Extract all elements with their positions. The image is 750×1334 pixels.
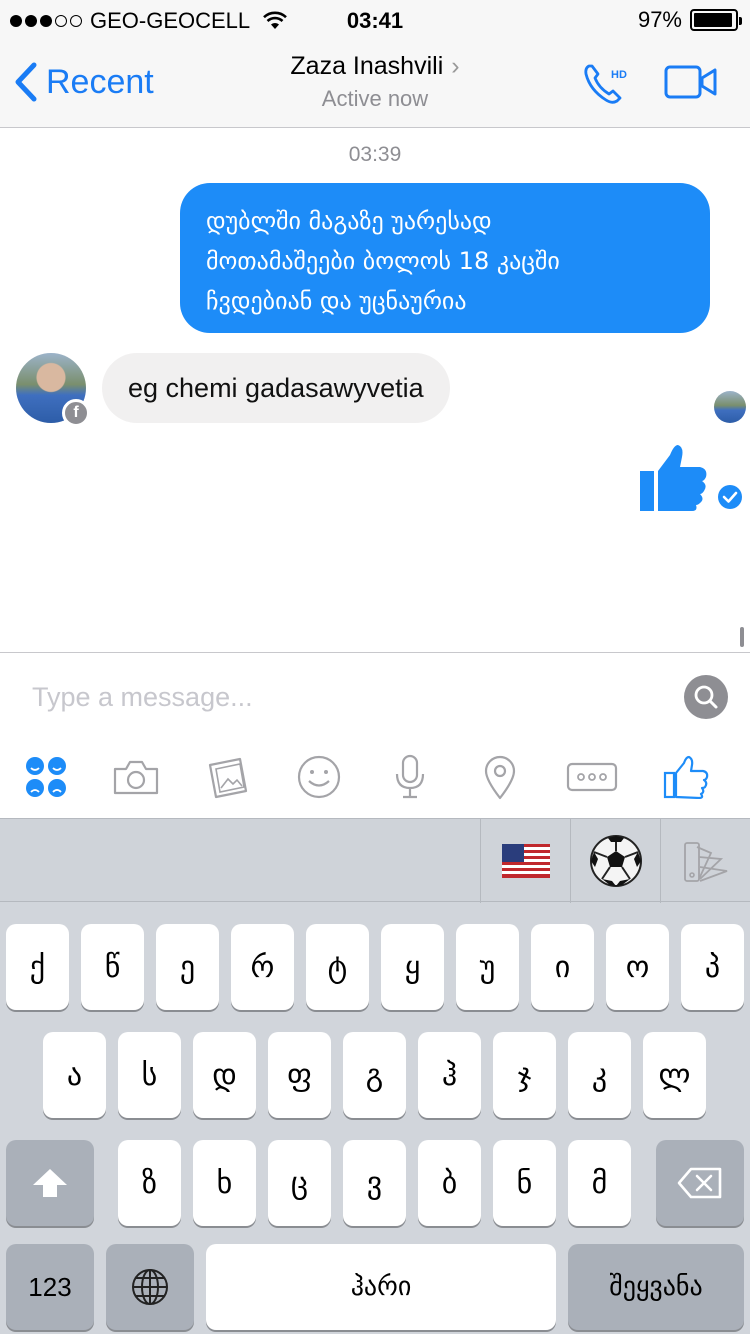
status-bar: GEO-GEOCELL 03:41 97%	[0, 0, 750, 40]
key[interactable]: დ	[193, 1032, 256, 1118]
gallery-button[interactable]	[200, 749, 256, 805]
emoji-button[interactable]	[291, 749, 347, 805]
read-receipt-avatar	[714, 391, 746, 423]
camera-icon	[113, 760, 159, 795]
key[interactable]: რ	[231, 924, 294, 1010]
message-line: ჩვდებიან და უცნაურია	[206, 287, 467, 315]
theme-keyboard-button[interactable]	[660, 819, 750, 903]
key[interactable]: გ	[343, 1032, 406, 1118]
numbers-key[interactable]: 123	[6, 1244, 94, 1330]
composer-toolbar	[0, 749, 750, 805]
video-call-button[interactable]	[664, 64, 718, 105]
key[interactable]: ჯ	[493, 1032, 556, 1118]
key[interactable]: ნ	[493, 1140, 556, 1226]
language-us-button[interactable]	[480, 819, 570, 903]
location-icon	[484, 755, 516, 800]
search-button[interactable]	[684, 675, 728, 719]
key[interactable]: ჰ	[418, 1032, 481, 1118]
keyboard: ქ წ ე რ ტ ყ უ ი ო პ ა ს დ ფ გ ჰ ჯ კ ლ ზ …	[0, 818, 750, 1334]
search-icon	[694, 685, 718, 709]
key[interactable]: ვ	[343, 1140, 406, 1226]
key[interactable]: მ	[568, 1140, 631, 1226]
message-thread[interactable]: 03:39 დუბლში მაგაზე უარესად მოთამაშეები …	[0, 129, 750, 652]
key[interactable]: ზ	[118, 1140, 181, 1226]
key[interactable]: პ	[681, 924, 744, 1010]
backspace-key[interactable]	[656, 1140, 744, 1226]
return-key[interactable]: შეყვანა	[568, 1244, 744, 1330]
stickers-icon	[26, 757, 66, 797]
key[interactable]: ი	[531, 924, 594, 1010]
message-input[interactable]	[32, 677, 652, 717]
hd-badge: HD	[611, 69, 627, 81]
key[interactable]: ს	[118, 1032, 181, 1118]
key[interactable]: ხ	[193, 1140, 256, 1226]
emoji-icon	[297, 755, 341, 799]
voice-call-button[interactable]: HD	[582, 60, 632, 111]
space-key[interactable]: ჰარი	[206, 1244, 556, 1330]
message-composer	[0, 652, 750, 818]
globe-icon	[132, 1269, 168, 1305]
backspace-icon	[677, 1167, 722, 1199]
facebook-badge-icon: f	[62, 399, 90, 427]
microphone-icon	[395, 754, 425, 799]
voice-clip-button[interactable]	[382, 749, 438, 805]
keyboard-extension-bar	[0, 818, 750, 903]
battery-percentage: 97%	[637, 7, 682, 32]
conversation-header: Recent Zaza Inashvili › Active now HD	[0, 40, 750, 128]
gallery-icon	[208, 757, 248, 799]
key[interactable]: ბ	[418, 1140, 481, 1226]
camera-button[interactable]	[108, 749, 164, 805]
like-icon	[663, 755, 709, 799]
battery-icon	[690, 9, 742, 31]
message-line: მოთამაშეები ბოლოს 18 კაცში	[206, 247, 560, 275]
chevron-right-icon: ›	[451, 52, 460, 80]
key[interactable]: უ	[456, 924, 519, 1010]
location-button[interactable]	[472, 749, 528, 805]
incoming-message-bubble[interactable]: eg chemi gadasawyvetia	[102, 353, 450, 423]
sticker-keyboard-button[interactable]	[570, 819, 660, 903]
key[interactable]: ც	[268, 1140, 331, 1226]
key[interactable]: ა	[43, 1032, 106, 1118]
like-sticker-message[interactable]	[638, 441, 710, 518]
key[interactable]: წ	[81, 924, 144, 1010]
scroll-indicator	[740, 627, 744, 647]
key[interactable]: ფ	[268, 1032, 331, 1118]
contact-name: Zaza Inashvili	[290, 52, 444, 80]
key[interactable]: ლ	[643, 1032, 706, 1118]
globe-key[interactable]	[106, 1244, 194, 1330]
key[interactable]: ო	[606, 924, 669, 1010]
message-line: დუბლში მაგაზე უარესად	[206, 207, 492, 235]
key[interactable]: ე	[156, 924, 219, 1010]
phone-hd-icon: HD	[584, 64, 627, 104]
video-camera-icon	[664, 65, 717, 99]
stickers-button[interactable]	[18, 749, 74, 805]
delivered-check-icon	[718, 485, 742, 509]
more-button[interactable]	[564, 749, 620, 805]
key[interactable]: ქ	[6, 924, 69, 1010]
soccer-ball-icon	[589, 835, 642, 887]
outgoing-message-bubble[interactable]: დუბლში მაგაზე უარესად მოთამაშეები ბოლოს …	[180, 183, 710, 333]
more-icon	[566, 762, 618, 792]
thumbs-up-icon	[640, 445, 707, 511]
contact-name-button[interactable]: Zaza Inashvili ›	[0, 52, 750, 81]
shift-arrow-icon	[33, 1169, 67, 1197]
shift-key[interactable]	[6, 1140, 94, 1226]
active-status: Active now	[321, 86, 429, 111]
us-flag-icon	[501, 844, 550, 878]
key[interactable]: ყ	[381, 924, 444, 1010]
key[interactable]: კ	[568, 1032, 631, 1118]
key[interactable]: ტ	[306, 924, 369, 1010]
send-like-button[interactable]	[658, 749, 714, 805]
color-palette-icon	[683, 842, 727, 882]
message-timestamp: 03:39	[348, 143, 402, 166]
